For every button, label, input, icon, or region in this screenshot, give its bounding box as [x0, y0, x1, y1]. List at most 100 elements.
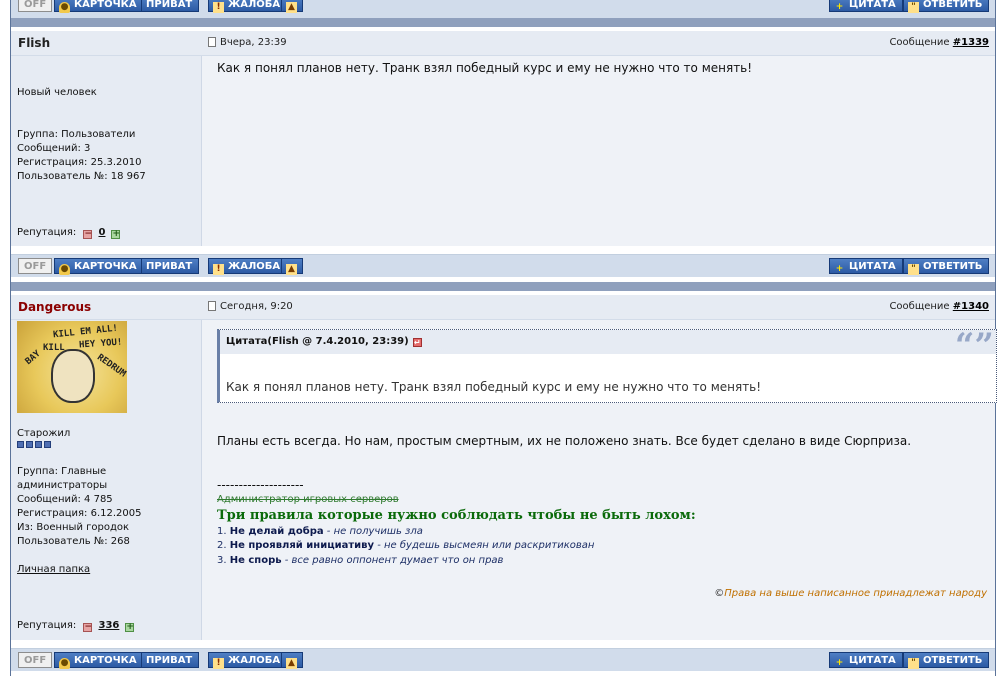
signature: -------------------- Администратор игров… — [217, 476, 987, 626]
rank-stars — [17, 439, 53, 453]
plus-icon: + — [835, 264, 844, 274]
warning-icon: ! — [213, 2, 224, 13]
user-info-panel: Новый человек Группа: Пользователи Сообщ… — [11, 56, 202, 246]
private-button[interactable]: ПРИВАТ — [141, 258, 200, 274]
quote-block: Цитата(Flish @ 7.4.2010, 23:39) ↵ “” Как … — [217, 326, 997, 403]
card-button[interactable]: ● КАРТОЧКА — [54, 652, 144, 669]
rule-bold: Не проявляй инициативу — [229, 540, 375, 551]
online-status-button[interactable]: OFF — [18, 0, 53, 12]
author-name[interactable]: Flish — [18, 36, 50, 50]
card-button[interactable]: ● КАРТОЧКА — [54, 258, 144, 275]
report-button[interactable]: ! ЖАЛОБА — [208, 0, 288, 13]
post-1339: Flish Вчера, 23:39 Сообщение #1339 Новый… — [11, 31, 995, 256]
quote-button-label: ЦИТАТА — [849, 261, 896, 272]
user-icon: ● — [59, 264, 70, 275]
user-group: Группа: Главные — [17, 466, 107, 477]
user-number: Пользователь №: 268 — [17, 536, 130, 547]
author-name[interactable]: Dangerous — [18, 300, 91, 314]
rule-rest: - не будешь высмеян или раскритикован — [374, 540, 595, 551]
signature-rule: 3. Не спорь - все равно оппонент думает … — [217, 555, 503, 566]
quote-title: Цитата(Flish @ 7.4.2010, 23:39) ↵ — [226, 336, 422, 347]
quote-button[interactable]: + ЦИТАТА — [829, 258, 903, 274]
post-header: Flish Вчера, 23:39 Сообщение #1339 — [11, 31, 995, 56]
post-number-label: Сообщение — [889, 301, 950, 312]
user-location: Из: Военный городок — [17, 522, 130, 533]
post-number-label: Сообщение — [889, 37, 950, 48]
avatar: KILL EM ALL! HEY YOU! BAY KILL REDRUM — [17, 321, 127, 413]
document-icon — [208, 301, 216, 311]
plus-icon[interactable]: + — [111, 230, 121, 239]
user-info-panel: KILL EM ALL! HEY YOU! BAY KILL REDRUM Ст… — [11, 320, 202, 640]
report-button[interactable]: ! ЖАЛОБА — [208, 258, 288, 275]
post-body: Как я понял планов нету. Транк взял побе… — [202, 56, 995, 246]
signature-rule: 2. Не проявляй инициативу - не будешь вы… — [217, 540, 594, 551]
report-button[interactable]: ! ЖАЛОБА — [208, 652, 288, 669]
rank-star-icon — [44, 441, 51, 448]
minus-icon[interactable]: − — [83, 623, 93, 632]
quote-button[interactable]: + ЦИТАТА — [829, 0, 903, 12]
online-status-button[interactable]: OFF — [18, 652, 53, 668]
report-button-label: ЖАЛОБА — [228, 0, 281, 10]
post-header: Dangerous Сегодня, 9:20 Сообщение #1340 — [11, 295, 995, 320]
personal-folder-link[interactable]: Личная папка — [17, 563, 90, 577]
private-button[interactable]: ПРИВАТ — [141, 0, 200, 12]
post-separator — [11, 18, 995, 27]
warning-icon: ! — [213, 658, 224, 669]
post-number-link[interactable]: #1339 — [953, 37, 989, 48]
user-registered: Регистрация: 6.12.2005 — [17, 508, 142, 519]
quote-button-label: ЦИТАТА — [849, 0, 896, 10]
arrow-up-icon: ▲ — [286, 658, 297, 669]
avatar-text: REDRUM — [95, 352, 127, 380]
plus-icon[interactable]: + — [125, 623, 135, 632]
avatar-figure — [51, 349, 95, 403]
reputation-label: Репутация: — [17, 227, 77, 238]
post-date: Сегодня, 9:20 — [208, 301, 293, 312]
private-button[interactable]: ПРИВАТ — [141, 652, 200, 668]
minus-icon[interactable]: − — [83, 230, 93, 239]
user-number: Пользователь №: 18 967 — [17, 171, 146, 182]
reply-button-label: ОТВЕТИТЬ — [923, 261, 983, 272]
post-number-link[interactable]: #1340 — [953, 301, 989, 312]
scroll-up-button[interactable]: ▲ — [281, 258, 303, 275]
card-button[interactable]: ● КАРТОЧКА — [54, 0, 144, 13]
reply-button[interactable]: " ОТВЕТИТЬ — [903, 652, 990, 669]
reply-button[interactable]: " ОТВЕТИТЬ — [903, 258, 990, 275]
user-rank: Новый человек — [17, 87, 97, 98]
quote-header: Цитата(Flish @ 7.4.2010, 23:39) ↵ “” — [220, 326, 996, 366]
avatar-text: KILL — [43, 343, 65, 353]
quote-source-icon[interactable]: ↵ — [412, 338, 422, 347]
signature-strike-text: Администратор игровых серверов — [217, 494, 399, 505]
reputation-value[interactable]: 0 — [98, 227, 105, 238]
scroll-up-button[interactable]: ▲ — [281, 652, 303, 669]
copyright-icon: © — [714, 588, 725, 599]
reputation-value[interactable]: 336 — [98, 620, 119, 631]
arrow-up-icon: ▲ — [286, 2, 297, 13]
reputation: Репутация: −336 + — [17, 620, 138, 632]
avatar-text: BAY — [23, 348, 43, 368]
quote-button[interactable]: + ЦИТАТА — [829, 652, 903, 668]
quote-mark-icon: “” — [954, 326, 994, 366]
reply-button-label: ОТВЕТИТЬ — [923, 0, 983, 10]
user-post-count: Сообщений: 4 785 — [17, 494, 113, 505]
scroll-up-button[interactable]: ▲ — [281, 0, 303, 13]
rule-number: 3. — [217, 555, 227, 566]
plus-icon: + — [835, 2, 844, 12]
user-icon: ● — [59, 658, 70, 669]
card-button-label: КАРТОЧКА — [74, 0, 137, 10]
online-status-button[interactable]: OFF — [18, 258, 53, 274]
reply-button[interactable]: " ОТВЕТИТЬ — [903, 0, 990, 13]
reputation: Репутация: −0 + — [17, 227, 124, 239]
user-icon: ● — [59, 2, 70, 13]
post-toolbar-1340: OFF ● КАРТОЧКА ПРИВАТ ! ЖАЛОБА ▲ + ЦИТАТА "… — [11, 648, 995, 671]
plus-icon: + — [835, 658, 844, 668]
signature-copyright: ©Права на выше написанное принадлежат на… — [714, 588, 987, 599]
rank-star-icon — [17, 441, 24, 448]
quote-text: Как я понял планов нету. Транк взял побе… — [226, 380, 762, 394]
rank-star-icon — [35, 441, 42, 448]
avatar-text: HEY YOU! — [78, 337, 123, 351]
post-separator — [11, 282, 995, 291]
post-text: Планы есть всегда. Но нам, простым смерт… — [217, 434, 912, 448]
rule-rest: - не получишь зла — [323, 526, 423, 537]
post-text: Как я понял планов нету. Транк взял побе… — [217, 61, 753, 75]
post-toolbar-1339: OFF ● КАРТОЧКА ПРИВАТ ! ЖАЛОБА ▲ + ЦИТАТА "… — [11, 254, 995, 277]
